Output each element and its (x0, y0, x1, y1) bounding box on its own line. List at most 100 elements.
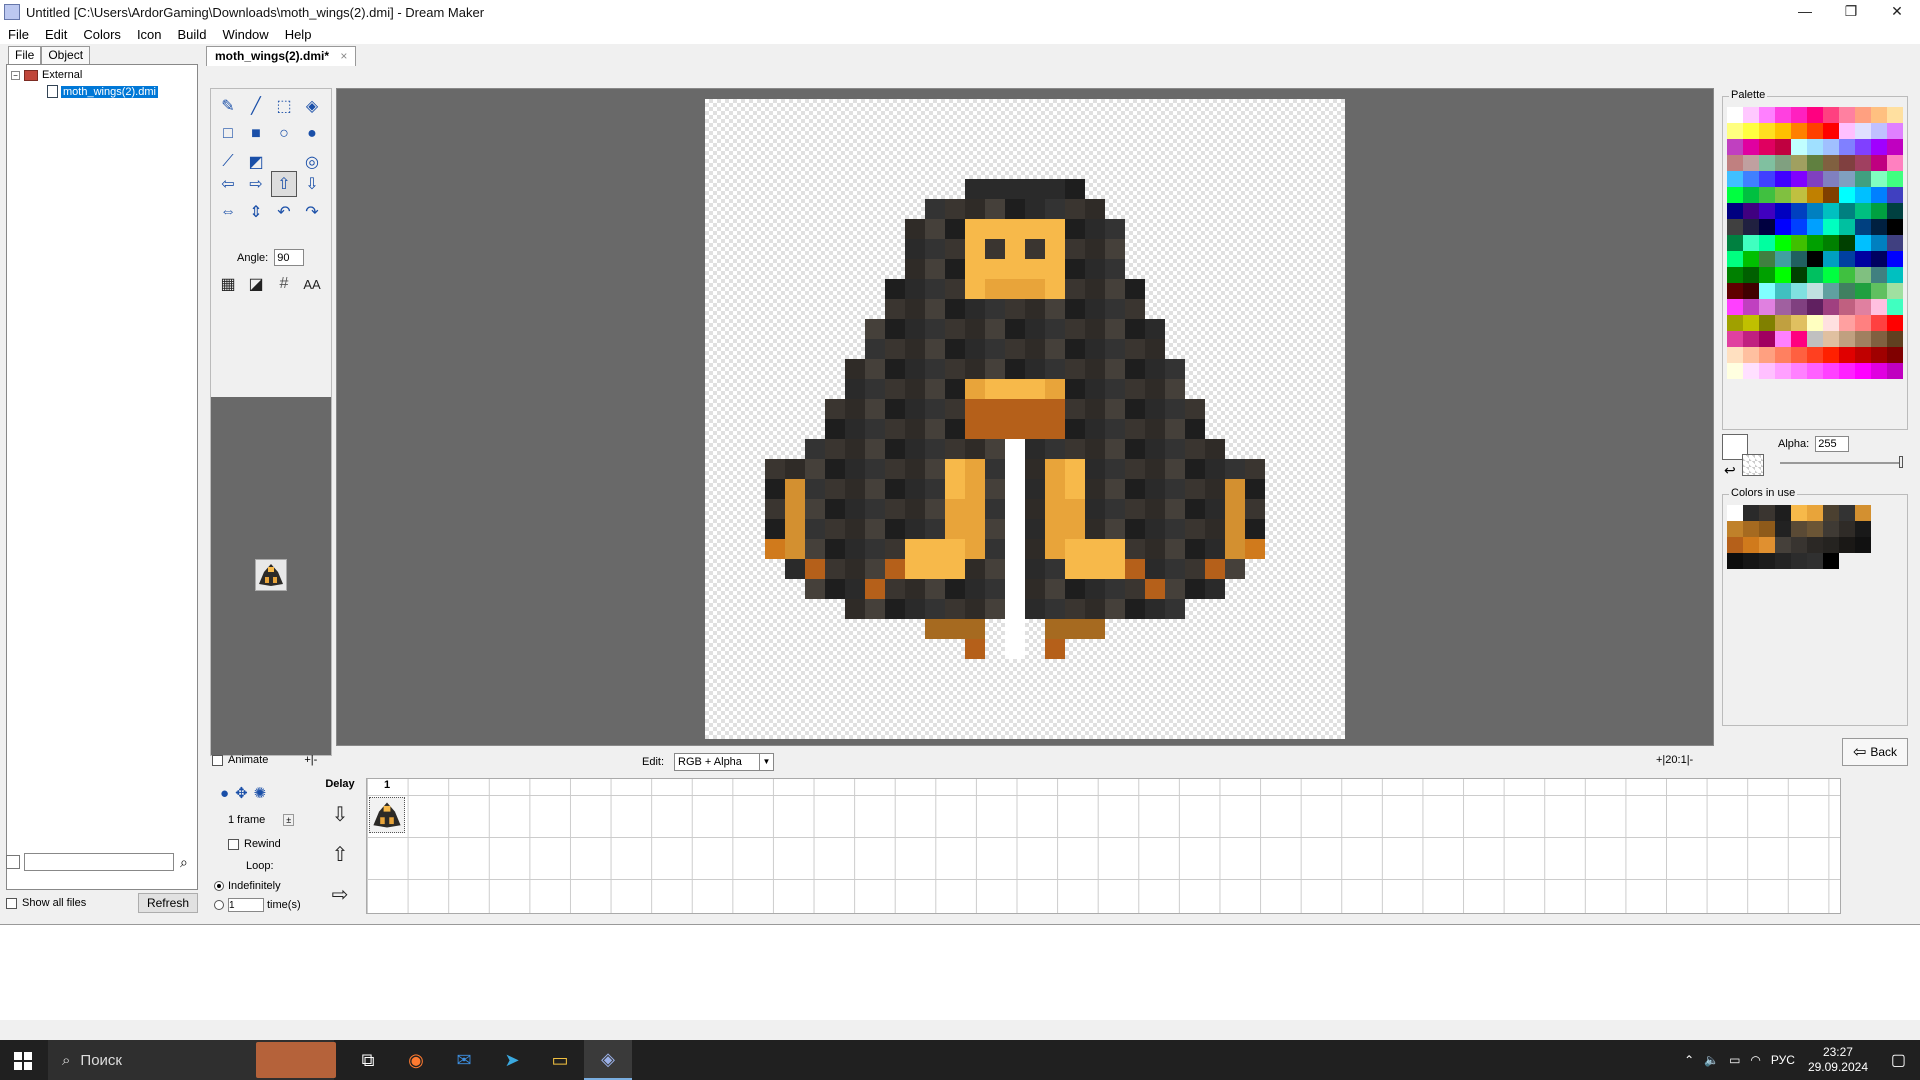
palette-swatch[interactable] (1887, 107, 1903, 123)
color-in-use-swatch[interactable] (1823, 537, 1839, 553)
line-icon[interactable]: ╱ (243, 93, 269, 119)
frame-spinner[interactable]: ± (283, 814, 295, 826)
palette-swatch[interactable] (1727, 139, 1743, 155)
palette-swatch[interactable] (1887, 315, 1903, 331)
palette-swatch[interactable] (1775, 299, 1791, 315)
palette-swatch[interactable] (1871, 203, 1887, 219)
palette-swatch[interactable] (1743, 299, 1759, 315)
palette-swatch[interactable] (1727, 123, 1743, 139)
pixel-canvas[interactable] (705, 99, 1345, 739)
rotate-ccw-icon[interactable]: ↶ (271, 199, 297, 225)
palette-swatch[interactable] (1887, 283, 1903, 299)
collapse-toggle[interactable]: − (11, 70, 20, 80)
color-in-use-swatch[interactable] (1727, 521, 1743, 537)
color-in-use-swatch[interactable] (1855, 537, 1871, 553)
flip-horizontal-icon[interactable]: ⇔ (215, 199, 241, 225)
tree-node-external[interactable]: − External (11, 69, 82, 81)
palette-swatch[interactable] (1759, 139, 1775, 155)
palette-swatch[interactable] (1759, 315, 1775, 331)
color-in-use-swatch[interactable] (1839, 537, 1855, 553)
palette-swatch[interactable] (1823, 203, 1839, 219)
indefinitely-radio[interactable] (214, 881, 224, 891)
color-in-use-swatch[interactable] (1743, 553, 1759, 569)
battery-icon[interactable]: ▭ (1729, 1053, 1740, 1067)
alpha-slider[interactable] (1780, 456, 1903, 468)
palette-swatch[interactable] (1807, 315, 1823, 331)
color-in-use-swatch[interactable] (1807, 537, 1823, 553)
palette-swatch[interactable] (1791, 267, 1807, 283)
palette-swatch[interactable] (1871, 283, 1887, 299)
palette-swatch[interactable] (1839, 347, 1855, 363)
color-in-use-swatch[interactable] (1823, 505, 1839, 521)
color-in-use-swatch[interactable] (1743, 537, 1759, 553)
palette-swatch[interactable] (1743, 347, 1759, 363)
color-in-use-swatch[interactable] (1839, 521, 1855, 537)
palette-swatch[interactable] (1727, 155, 1743, 171)
palette-swatch[interactable] (1759, 107, 1775, 123)
palette-swatch[interactable] (1823, 251, 1839, 267)
chevron-up-icon[interactable]: ⌃ (1684, 1053, 1694, 1067)
palette-swatch[interactable] (1775, 203, 1791, 219)
back-button[interactable]: ⇦ Back (1842, 738, 1908, 766)
palette-swatch[interactable] (1775, 331, 1791, 347)
palette-swatch[interactable] (1775, 283, 1791, 299)
palette-swatch[interactable] (1839, 363, 1855, 379)
palette-swatch[interactable] (1887, 171, 1903, 187)
ellipse-outline-icon[interactable]: ○ (271, 121, 297, 147)
palette-swatch[interactable] (1791, 315, 1807, 331)
palette-swatch[interactable] (1807, 155, 1823, 171)
palette-swatch[interactable] (1727, 363, 1743, 379)
palette-swatch[interactable] (1759, 203, 1775, 219)
search-icon[interactable]: ⌕ (180, 854, 188, 871)
rotate-cw-icon[interactable]: ↷ (299, 199, 325, 225)
palette-swatch[interactable] (1871, 123, 1887, 139)
eraser-icon[interactable]: ◈ (299, 93, 325, 119)
tree-node-file[interactable]: moth_wings(2).dmi (47, 85, 158, 98)
palette-swatch[interactable] (1775, 251, 1791, 267)
palette-swatch[interactable] (1839, 283, 1855, 299)
color-in-use-swatch[interactable] (1775, 537, 1791, 553)
move-icon[interactable]: ✥ (235, 784, 248, 802)
color-in-use-swatch[interactable] (1775, 505, 1791, 521)
palette-swatch[interactable] (1727, 267, 1743, 283)
palette-swatch[interactable] (1791, 251, 1807, 267)
palette-swatch[interactable] (1855, 331, 1871, 347)
palette-swatch[interactable] (1807, 171, 1823, 187)
palette-swatch[interactable] (1743, 139, 1759, 155)
palette-swatch[interactable] (1743, 331, 1759, 347)
palette-swatch[interactable] (1807, 267, 1823, 283)
palette-swatch[interactable] (1775, 267, 1791, 283)
palette-swatch[interactable] (1759, 299, 1775, 315)
alpha-input[interactable] (1815, 436, 1850, 452)
palette-swatch[interactable] (1791, 203, 1807, 219)
palette-swatch[interactable] (1791, 331, 1807, 347)
color-in-use-swatch[interactable] (1743, 505, 1759, 521)
palette-swatch[interactable] (1807, 331, 1823, 347)
rewind-row[interactable]: Rewind (228, 838, 281, 850)
palette-swatch[interactable] (1743, 107, 1759, 123)
palette-swatch[interactable] (1807, 251, 1823, 267)
file-explorer-icon[interactable]: ▭ (536, 1040, 584, 1080)
palette-swatch[interactable] (1871, 299, 1887, 315)
palette-swatch[interactable] (1791, 299, 1807, 315)
loop-indefinitely[interactable]: Indefinitely (214, 880, 281, 892)
palette-swatch[interactable] (1855, 187, 1871, 203)
palette-swatch[interactable] (1775, 315, 1791, 331)
palette-swatch[interactable] (1887, 331, 1903, 347)
menu-edit[interactable]: Edit (37, 27, 75, 42)
palette-swatch[interactable] (1791, 171, 1807, 187)
color-in-use-swatch[interactable] (1807, 505, 1823, 521)
palette-swatch[interactable] (1855, 171, 1871, 187)
contrast-icon[interactable]: ◪ (243, 271, 269, 297)
palette-swatch[interactable] (1775, 363, 1791, 379)
palette-swatch[interactable] (1839, 315, 1855, 331)
palette-swatch[interactable] (1839, 219, 1855, 235)
rect-outline-icon[interactable]: □ (215, 121, 241, 147)
close-button[interactable]: ✕ (1874, 0, 1920, 24)
chevron-down-icon[interactable]: ▼ (759, 754, 773, 770)
palette-swatch[interactable] (1823, 107, 1839, 123)
language-indicator[interactable]: РУС (1771, 1053, 1795, 1067)
palette-swatch[interactable] (1823, 315, 1839, 331)
palette-swatch[interactable] (1775, 187, 1791, 203)
palette-swatch[interactable] (1823, 267, 1839, 283)
